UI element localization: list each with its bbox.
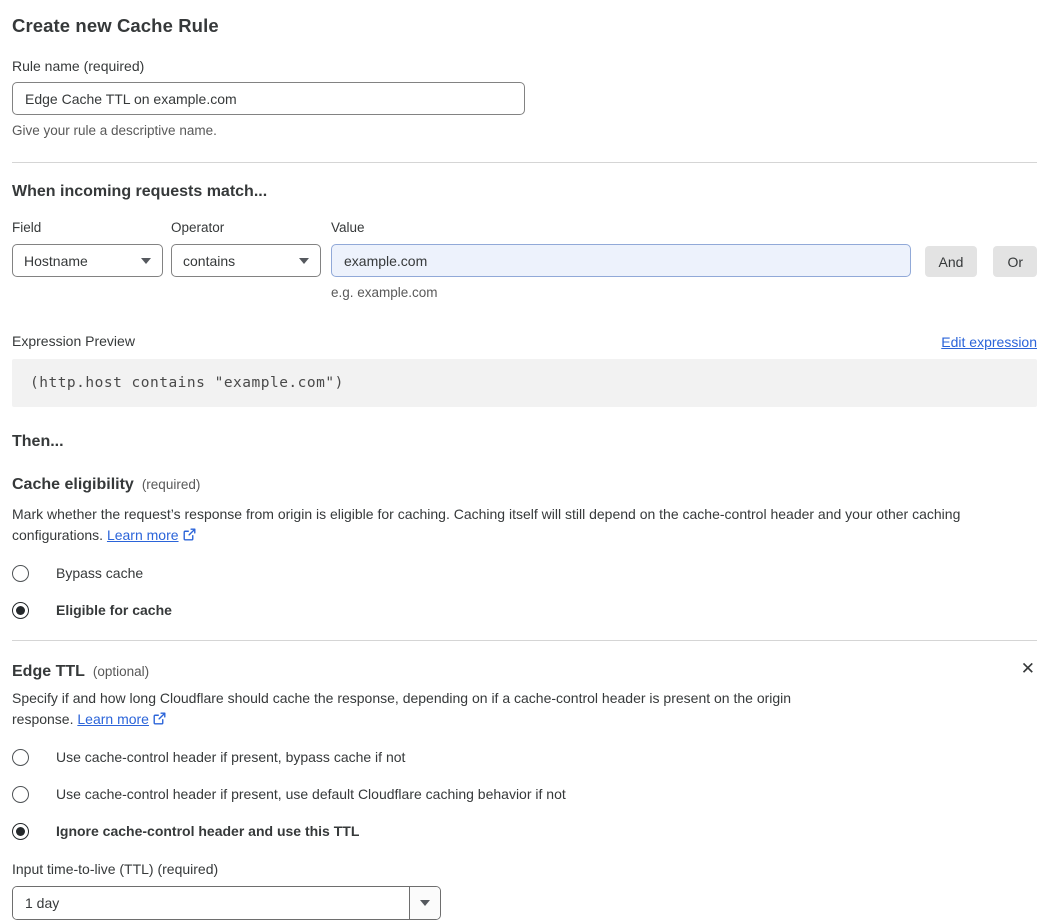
rule-name-help: Give your rule a descriptive name. [12,123,217,138]
edit-expression-link[interactable]: Edit expression [941,334,1037,350]
ttl-select[interactable] [12,886,441,920]
radio-use-header-default[interactable]: Use cache-control header if present, use… [12,784,1037,804]
cache-eligibility-title: Cache eligibility [12,476,134,493]
learn-more-link[interactable]: Learn more [77,711,149,727]
expression-preview-row: Expression Preview Edit expression [12,332,1037,350]
radio-icon [12,748,29,766]
value-input[interactable] [331,244,911,277]
learn-more-link[interactable]: Learn more [107,527,179,543]
edge-ttl-title: Edge TTL [12,663,85,680]
radio-icon [12,822,29,840]
edge-ttl-description: Specify if and how long Cloudflare shoul… [12,688,847,730]
radio-use-header-bypass[interactable]: Use cache-control header if present, byp… [12,747,1037,767]
radio-label: Bypass cache [56,565,144,581]
page-title: Create new Cache Rule [12,15,219,36]
chevron-down-icon [299,257,309,264]
ttl-dropdown-button[interactable] [409,887,440,919]
radio-icon [12,785,29,803]
rule-name-input[interactable] [12,82,525,115]
radio-label: Use cache-control header if present, use… [56,786,566,802]
cache-eligibility-qualifier: (required) [141,477,201,492]
expression-code: (http.host contains "example.com") [12,359,1037,407]
radio-bypass-cache[interactable]: Bypass cache [12,563,1037,583]
match-row: Field Hostname Operator contains Value e… [12,219,1037,302]
chevron-down-icon [141,257,151,264]
expression-preview-label: Expression Preview [12,333,135,349]
close-icon[interactable]: ✕ [1019,657,1037,681]
cache-eligibility-description: Mark whether the request’s response from… [12,504,1037,546]
radio-eligible-for-cache[interactable]: Eligible for cache [12,600,1037,620]
radio-icon [12,564,29,582]
divider [12,162,1037,163]
then-heading: Then... [12,433,64,450]
value-label: Value [331,220,365,235]
radio-label: Use cache-control header if present, byp… [56,749,406,765]
operator-select-value: contains [183,252,236,269]
rule-name-label: Rule name (required) [12,58,145,74]
radio-label: Eligible for cache [56,602,172,618]
chevron-down-icon [420,900,430,906]
external-link-icon [183,528,196,541]
cache-eligibility-header: Cache eligibility (required) [12,474,1037,496]
and-button[interactable]: And [924,246,978,277]
operator-select[interactable]: contains [171,244,321,277]
or-button[interactable]: Or [993,246,1037,277]
radio-icon [12,601,29,619]
radio-label: Ignore cache-control header and use this… [56,823,360,839]
field-label: Field [12,220,42,235]
ttl-input[interactable] [13,887,409,919]
field-select-value: Hostname [24,252,88,269]
external-link-icon [153,712,166,725]
match-section-heading: When incoming requests match... [12,183,268,200]
operator-label: Operator [171,220,225,235]
value-help: e.g. example.com [331,285,438,300]
create-cache-rule-form: Create new Cache Rule Rule name (require… [0,0,1058,920]
radio-ignore-header-ttl[interactable]: Ignore cache-control header and use this… [12,821,1037,841]
ttl-label: Input time-to-live (TTL) (required) [12,861,219,877]
edge-ttl-header: Edge TTL (optional) ✕ [12,657,1037,683]
edge-ttl-qualifier: (optional) [92,664,150,679]
divider [12,640,1037,641]
field-select[interactable]: Hostname [12,244,163,277]
